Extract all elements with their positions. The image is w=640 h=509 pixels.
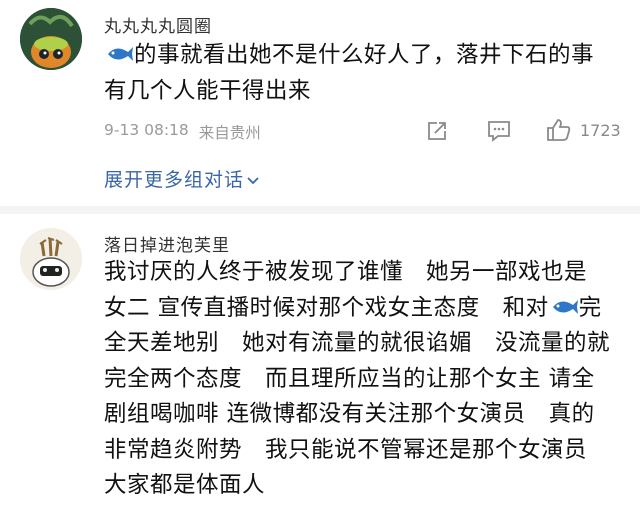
timestamp: 9-13 08:18 bbox=[104, 121, 189, 139]
comment-text-line-1: 的事就看出她不是什么好人了，落井下石的事 bbox=[104, 38, 632, 74]
chevron-down-icon bbox=[247, 176, 259, 184]
expand-conversation-label: 展开更多组对话 bbox=[104, 169, 245, 191]
comment-text-line: 全天差地别 她对有流量的就很谄媚 没流量的就 bbox=[104, 330, 611, 356]
comment-text-line: 剧组喝咖啡 连微博都没有关注那个女演员 真的 bbox=[104, 401, 595, 427]
comment-meta: 9-13 08:18 来自贵州 bbox=[104, 121, 261, 143]
comment-text-line-2: 有几个人能干得出来 bbox=[104, 77, 312, 104]
username[interactable]: 落日掉进泡芙里 bbox=[104, 231, 230, 256]
comment-text: 我讨厌的人终于被发现了谁懂 她另一部戏也是 女二 宣传直播时候对那个戏女主态度 … bbox=[104, 255, 632, 504]
comment-icon[interactable] bbox=[487, 120, 511, 142]
expand-conversation-link[interactable]: 展开更多组对话 bbox=[104, 165, 260, 192]
comment-text-line: 完全两个态度 而且理所应当的让那个女主 请全 bbox=[104, 365, 595, 392]
comment-text: 的事就看出她不是什么好人了，落井下石的事 有几个人能干得出来 bbox=[104, 38, 632, 109]
location: 来自贵州 bbox=[198, 124, 261, 142]
comment-text-line: 非常趋炎附势 我只能说不管幂还是那个女演员 bbox=[104, 436, 588, 463]
avatar[interactable] bbox=[20, 228, 82, 290]
thumbs-up-icon[interactable] bbox=[546, 118, 572, 142]
like-count: 1723 bbox=[580, 121, 621, 140]
divider bbox=[0, 206, 640, 214]
avatar-image-icon bbox=[20, 8, 82, 70]
comment-text-line: 女二 宣传直播时候对那个戏女主态度 和对完 bbox=[104, 294, 602, 321]
fish-emoji-icon bbox=[549, 294, 579, 316]
avatar-image-icon bbox=[20, 228, 82, 290]
avatar[interactable] bbox=[20, 8, 82, 70]
comment-text-line: 大家都是体面人 bbox=[104, 472, 266, 498]
comment-text-line-1-text: 的事就看出她不是什么好人了，落井下石的事 bbox=[134, 42, 595, 68]
fish-emoji-icon bbox=[104, 41, 134, 63]
username[interactable]: 丸丸丸丸圆圈 bbox=[104, 12, 212, 37]
share-icon[interactable] bbox=[426, 120, 448, 142]
comment-text-line: 我讨厌的人终于被发现了谁懂 她另一部戏也是 bbox=[104, 259, 588, 285]
